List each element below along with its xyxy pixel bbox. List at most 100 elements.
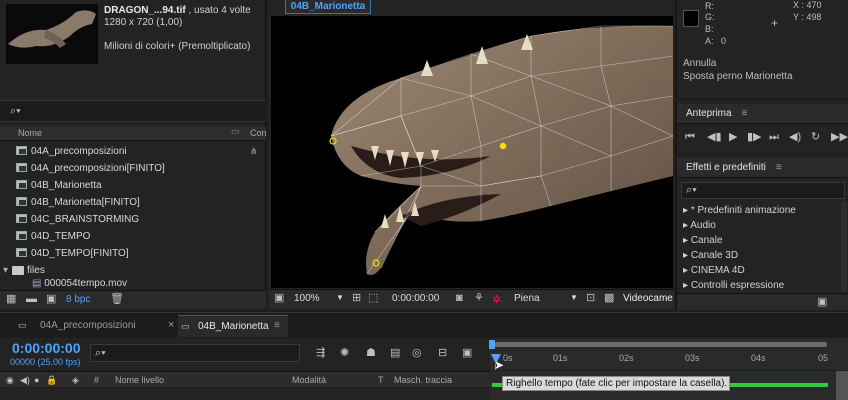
mouse-cursor-icon: ➤ <box>494 358 505 372</box>
project-item-label: 04D_TEMPO[FINITO] <box>31 248 129 259</box>
puppet-pin-selected[interactable] <box>499 142 507 150</box>
effects-title: Effetti e predefiniti <box>686 162 766 173</box>
g-label: G: <box>705 12 715 22</box>
project-item[interactable]: 04C_BRAINSTORMING <box>0 211 266 228</box>
project-toolbar: ▦ ▬ ▣ 8 bpc 🗑 <box>0 290 266 308</box>
effects-category[interactable]: ▸ Audio <box>683 220 716 231</box>
tab-04a-precomposizioni[interactable]: 04A_precomposizioni <box>40 320 136 331</box>
work-area-bar[interactable] <box>491 342 827 347</box>
column-layer-name[interactable]: Nome livello <box>115 375 164 385</box>
resolution-select[interactable]: Piena <box>514 293 540 304</box>
chevron-down-icon[interactable]: ▼ <box>336 293 344 302</box>
render-icon[interactable]: ▣ <box>462 348 472 359</box>
transparency-grid-icon[interactable]: ▩ <box>604 293 614 304</box>
motion-blur-icon[interactable]: ◎ <box>412 348 422 359</box>
audio-icon[interactable]: ◀) <box>20 375 30 386</box>
region-of-interest-icon[interactable]: ⊡ <box>586 293 595 304</box>
composition-canvas[interactable] <box>271 16 673 288</box>
previous-frame-icon[interactable]: ◀▮ <box>707 132 722 143</box>
folder-icon <box>12 265 25 275</box>
layer-row[interactable] <box>0 388 490 400</box>
effects-category[interactable]: ▸ * Predefiniti animazione <box>683 205 796 216</box>
chevron-down-icon[interactable]: ▼ <box>570 293 578 302</box>
first-frame-icon[interactable]: ⏮ <box>685 132 695 143</box>
effects-category[interactable]: ▸ Controlli espressione <box>683 280 784 291</box>
solo-icon[interactable]: ● <box>34 375 39 386</box>
project-item[interactable]: 04D_TEMPO[FINITO] <box>0 245 266 262</box>
magnifier-toggle-icon[interactable]: ▣ <box>274 293 284 304</box>
interpret-footage-icon[interactable]: ▦ <box>6 294 16 305</box>
loop-icon[interactable]: ↻ <box>811 132 820 143</box>
disclosure-triangle-icon[interactable]: ▾ <box>3 265 8 276</box>
project-item[interactable]: 04A_precomposizioni[FINITO] <box>0 160 266 177</box>
project-item[interactable]: 04D_TEMPO <box>0 228 266 245</box>
ruler-mark: 05 <box>818 353 829 363</box>
play-icon[interactable]: ▶ <box>729 132 737 143</box>
mask-visibility-icon[interactable]: ⬚ <box>368 293 378 304</box>
project-column-header: Nome ▭ Con <box>0 126 267 141</box>
last-frame-icon[interactable]: ⏭ <box>769 132 779 143</box>
effects-category[interactable]: ▸ Canale 3D <box>683 250 738 261</box>
column-t[interactable]: T <box>378 375 384 385</box>
composition-icon <box>16 179 27 189</box>
project-item[interactable]: ▤ 000054tempo.mov <box>0 277 266 289</box>
column-name[interactable]: Nome <box>18 128 42 138</box>
project-item[interactable]: 04B_Marionetta[FINITO] <box>0 194 266 211</box>
shy-layers-icon[interactable]: ☗ <box>366 348 376 359</box>
column-mode[interactable]: Modalità <box>292 375 326 385</box>
trash-icon[interactable]: 🗑 <box>110 294 124 305</box>
search-icon: ⌕▾ <box>10 105 21 117</box>
ram-preview-icon[interactable]: ▶▶ <box>831 132 848 143</box>
column-sort-icon[interactable]: ▭ <box>231 126 240 137</box>
panel-menu-icon[interactable]: ≡ <box>776 162 782 173</box>
label-icon[interactable]: ◈ <box>72 375 79 386</box>
show-snapshot-icon[interactable]: ⚘ <box>474 293 484 304</box>
tab-label: 04B_Marionetta <box>198 321 269 332</box>
new-item-icon[interactable]: ▣ <box>817 297 827 308</box>
new-folder-icon[interactable]: ▬ <box>26 294 37 305</box>
effects-category[interactable]: ▸ Canale <box>683 235 723 246</box>
time-ruler[interactable]: 0s 01s 02s 03s 04s 05 <box>489 338 848 370</box>
zoom-select[interactable]: 100% <box>294 293 320 304</box>
project-item[interactable]: 04B_Marionetta <box>0 177 266 194</box>
frame-blending-icon[interactable]: ▤ <box>390 348 400 359</box>
timeline-timecode[interactable]: 0:00:00:00 <box>12 340 81 356</box>
flowchart-icon[interactable]: ⋔ <box>250 143 258 160</box>
effects-scrollbar[interactable] <box>841 202 847 292</box>
lock-icon[interactable]: 🔒 <box>46 375 57 386</box>
timeline-search-input[interactable]: ⌕▾ <box>90 344 300 362</box>
snapshot-icon[interactable]: ◙ <box>456 293 463 304</box>
effects-category[interactable]: ▸ CINEMA 4D <box>683 265 745 276</box>
file-color-info: Milioni di colori+ (Premoltiplicato) <box>104 41 251 52</box>
close-icon[interactable]: × <box>168 319 174 331</box>
project-item-label: 04B_Marionetta <box>31 180 102 191</box>
tab-04b-marionetta-active[interactable]: ▭ 04B_Marionetta ≡ <box>178 315 288 337</box>
composition-icon <box>16 247 27 257</box>
camera-select[interactable]: Videocame <box>623 293 673 304</box>
new-composition-icon[interactable]: ▣ <box>46 294 56 305</box>
next-frame-icon[interactable]: ▮▶ <box>747 132 762 143</box>
file-dimensions: 1280 x 720 (1,00) <box>104 17 183 28</box>
project-item[interactable]: 04A_precomposizioni ⋔ <box>0 143 266 160</box>
column-track-matte[interactable]: Masch. traccia <box>394 375 452 385</box>
graph-editor-icon[interactable]: ⊟ <box>438 348 447 359</box>
comp-mini-flowchart-icon[interactable]: ⇶ <box>316 348 325 359</box>
effects-category-label: Controlli espressione <box>690 280 785 291</box>
bit-depth-button[interactable]: 8 bpc <box>66 294 90 305</box>
viewer-tab[interactable]: 04B_Marionetta <box>285 0 371 14</box>
project-search-input[interactable]: ⌕▾ <box>0 100 266 122</box>
audio-icon[interactable]: ◀) <box>789 132 801 143</box>
work-area-start-handle[interactable] <box>489 340 495 349</box>
panel-menu-icon[interactable]: ≡ <box>742 108 748 119</box>
channel-icon[interactable]: ✲ <box>492 293 501 306</box>
panel-menu-icon[interactable]: ≡ <box>274 320 280 331</box>
draft-3d-icon[interactable]: ✺ <box>340 348 349 359</box>
file-name-line: DRAGON_...94.tif , usato 4 volte <box>104 5 251 16</box>
project-item-label: 04D_TEMPO <box>31 231 91 242</box>
grid-guides-icon[interactable]: ⊞ <box>352 293 361 304</box>
timeline-scrollbar[interactable] <box>836 371 848 400</box>
viewer-timecode[interactable]: 0:00:00:00 <box>392 293 439 304</box>
effects-search-input[interactable]: ⌕▾ <box>681 182 845 199</box>
column-comment[interactable]: Con <box>250 128 267 138</box>
eye-icon[interactable]: ◉ <box>6 375 14 386</box>
